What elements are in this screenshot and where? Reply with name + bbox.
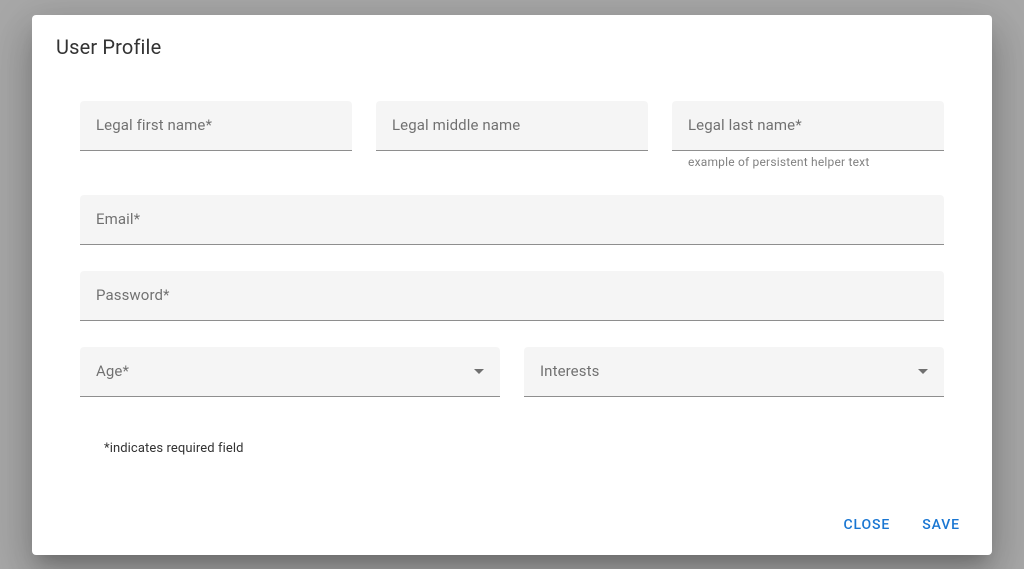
required-note: *indicates required field [80, 441, 944, 456]
password-row: Password* [80, 271, 944, 321]
age-wrap: Age* [80, 347, 500, 397]
interests-wrap: Interests [524, 347, 944, 397]
interests-select[interactable]: Interests [524, 347, 944, 397]
name-row: Legal first name* Legal middle name Lega… [80, 101, 944, 169]
dropdown-icon [474, 369, 484, 374]
first-name-wrap: Legal first name* [80, 101, 352, 169]
last-name-helper: example of persistent helper text [672, 151, 944, 169]
age-label: Age* [96, 362, 129, 380]
email-wrap: Email* [80, 195, 944, 245]
middle-name-label: Legal middle name [392, 116, 520, 134]
email-field[interactable]: Email* [80, 195, 944, 245]
first-name-label: Legal first name* [96, 116, 212, 134]
email-label: Email* [96, 210, 140, 228]
last-name-field[interactable]: Legal last name* [672, 101, 944, 151]
close-button[interactable]: CLOSE [831, 509, 902, 541]
save-button[interactable]: SAVE [910, 509, 972, 541]
age-select[interactable]: Age* [80, 347, 500, 397]
email-row: Email* [80, 195, 944, 245]
middle-name-field[interactable]: Legal middle name [376, 101, 648, 151]
user-profile-dialog: User Profile Legal first name* Legal mid… [32, 15, 992, 555]
last-name-label: Legal last name* [688, 116, 802, 134]
password-field[interactable]: Password* [80, 271, 944, 321]
dialog-actions: CLOSE SAVE [32, 497, 992, 555]
middle-name-wrap: Legal middle name [376, 101, 648, 169]
interests-label: Interests [540, 362, 599, 380]
dropdown-icon [918, 369, 928, 374]
dialog-title: User Profile [32, 15, 992, 71]
dialog-content: Legal first name* Legal middle name Lega… [32, 71, 992, 497]
select-row: Age* Interests [80, 347, 944, 397]
first-name-field[interactable]: Legal first name* [80, 101, 352, 151]
last-name-wrap: Legal last name* example of persistent h… [672, 101, 944, 169]
password-label: Password* [96, 286, 170, 304]
password-wrap: Password* [80, 271, 944, 321]
